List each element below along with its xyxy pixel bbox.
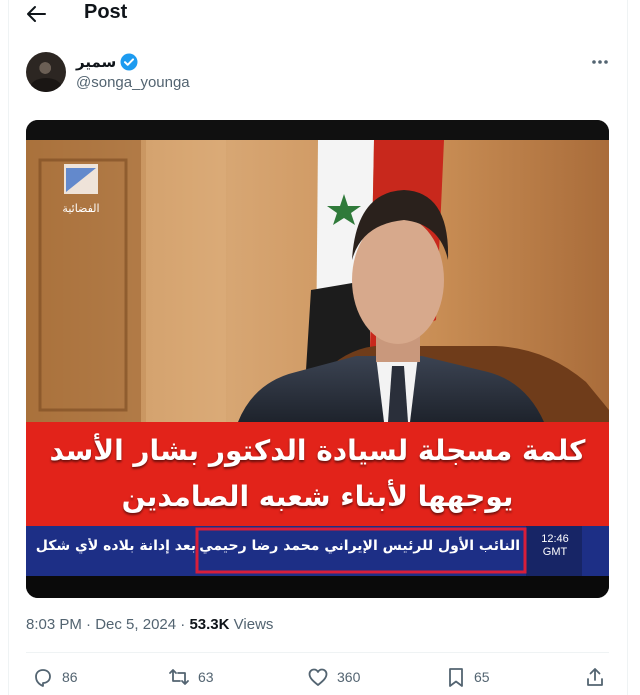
repost-count: 63 <box>198 669 214 685</box>
repost-button[interactable]: 63 <box>168 664 214 690</box>
post-time[interactable]: 8:03 PM <box>26 616 82 633</box>
back-arrow-icon[interactable] <box>24 3 48 25</box>
headline-line-2: يوجهها لأبناء شعبه الصامدين <box>121 480 514 513</box>
broadcast-clock: 12:46 GMT <box>535 533 575 559</box>
views-label: Views <box>233 616 274 633</box>
action-bar: 86 63 360 65 <box>0 664 640 690</box>
channel-logo-text: الفضائية <box>62 202 99 215</box>
ticker-continuation-text: بعد إدانة بلاده لأي شكل <box>35 538 196 554</box>
reply-count: 86 <box>62 669 78 685</box>
bookmark-button[interactable]: 65 <box>446 664 490 690</box>
post-date[interactable]: Dec 5, 2024 <box>95 616 176 633</box>
verified-badge-icon <box>120 53 138 71</box>
column-border-left <box>8 0 9 695</box>
post-header: Post <box>0 0 640 28</box>
post-timestamp: 8:03 PM · Dec 5, 2024 · 53.3K Views <box>26 616 273 633</box>
views-count[interactable]: 53.3K <box>189 616 229 633</box>
like-button[interactable]: 360 <box>307 664 360 690</box>
bookmark-icon <box>449 668 463 687</box>
headline-line-1: كلمة مسجلة لسيادة الدكتور بشار الأسد <box>49 434 586 467</box>
avatar[interactable] <box>26 52 66 92</box>
timestamp-separator: · <box>180 616 186 633</box>
bookmark-count: 65 <box>474 669 490 685</box>
media-image: الفضائية <box>26 120 609 598</box>
column-border-right <box>627 0 628 695</box>
like-icon <box>308 668 328 686</box>
reply-button[interactable]: 86 <box>32 664 78 690</box>
clock-zone: GMT <box>542 546 568 558</box>
author-handle[interactable]: @songa_younga <box>76 74 190 91</box>
ticker-highlighted-text: النائب الأول للرئيس الإيراني محمد رضا رح… <box>199 538 520 554</box>
share-icon <box>587 668 603 686</box>
page-title: Post <box>84 1 128 23</box>
clock-time: 12:46 <box>541 533 569 545</box>
divider <box>26 652 609 653</box>
like-count: 360 <box>337 669 361 685</box>
author-name-row: سمير <box>76 52 138 72</box>
timestamp-separator: · <box>86 616 92 633</box>
post-media[interactable]: الفضائية كلمة مسجلة لسيادة الدكتور بشار … <box>26 120 609 598</box>
share-button[interactable] <box>584 664 606 690</box>
repost-icon <box>169 669 189 685</box>
reply-icon <box>35 669 51 687</box>
more-icon[interactable] <box>590 54 610 70</box>
author-display-name[interactable]: سمير <box>76 53 116 71</box>
